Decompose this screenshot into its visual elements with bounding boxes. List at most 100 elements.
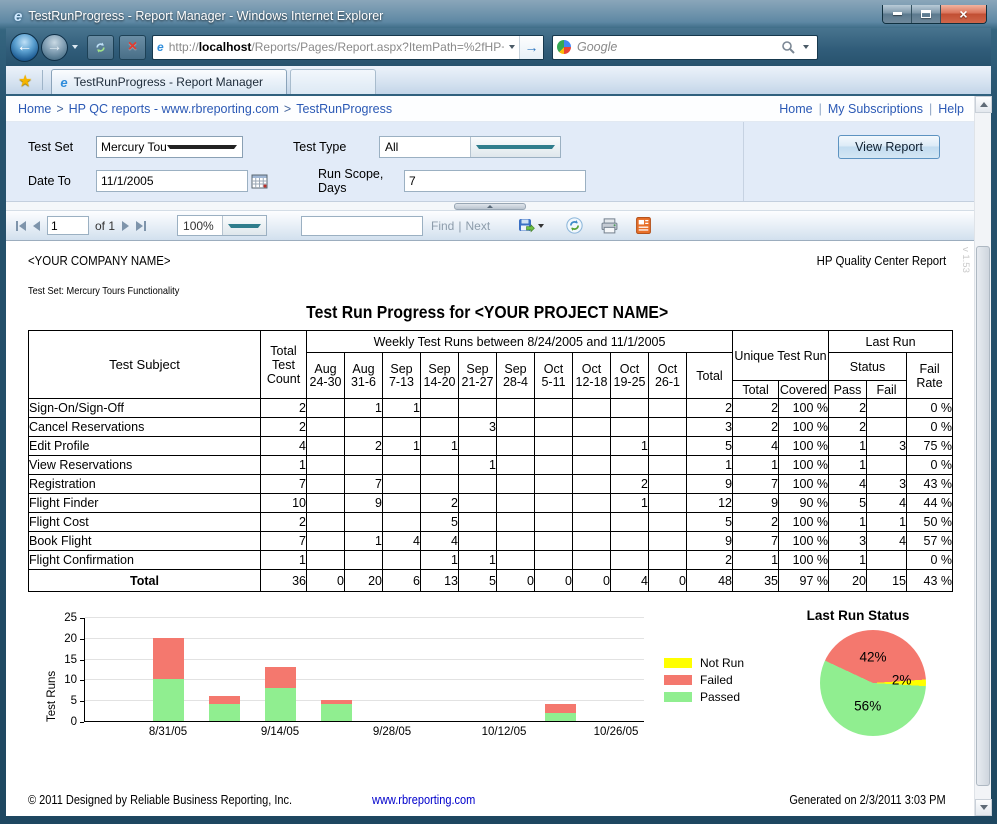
url-dropdown-button[interactable] <box>504 36 519 59</box>
cell-week-value: 3 <box>459 418 497 437</box>
col-fail: Fail <box>867 381 907 399</box>
cell-week-total: 1 <box>687 456 733 475</box>
back-button[interactable]: ← <box>10 33 39 62</box>
scroll-up-button[interactable] <box>975 96 992 113</box>
first-page-button[interactable] <box>16 221 26 231</box>
search-box[interactable]: Google <box>552 35 818 60</box>
search-icon[interactable] <box>781 40 795 54</box>
history-dropdown-icon[interactable] <box>72 45 78 49</box>
stop-button[interactable]: × <box>119 35 146 60</box>
select-dropdown-button[interactable] <box>470 137 561 157</box>
bar-stack <box>321 700 352 721</box>
cell-week-value <box>611 513 649 532</box>
view-report-button[interactable]: View Report <box>838 135 940 159</box>
parameters-splitter[interactable] <box>6 202 974 211</box>
refresh-icon <box>566 217 583 234</box>
vertical-scrollbar[interactable] <box>974 96 991 816</box>
find-link[interactable]: Find <box>431 219 454 233</box>
zoom-select[interactable]: 100% <box>177 215 267 236</box>
find-input[interactable] <box>301 216 423 236</box>
col-week: Sep28-4 <box>497 353 535 399</box>
go-button[interactable]: → <box>519 36 543 59</box>
next-link[interactable]: Next <box>465 219 490 233</box>
export-button[interactable] <box>518 218 548 234</box>
refresh-report-button[interactable] <box>566 217 583 234</box>
cell-week-value <box>383 418 421 437</box>
cell-week-value <box>421 418 459 437</box>
cell-pass: 5 <box>829 494 867 513</box>
export-data-feed-button[interactable] <box>636 217 651 234</box>
col-week: Oct26-1 <box>649 353 687 399</box>
address-bar[interactable]: e http://localhost/Reports/Pages/Report.… <box>152 35 544 60</box>
next-page-button[interactable] <box>122 221 129 231</box>
test-set-dropdown[interactable]: Mercury Tours Functionality <box>96 136 243 158</box>
run-scope-input[interactable] <box>404 170 586 192</box>
footer-link[interactable]: www.rbreporting.com <box>372 793 489 807</box>
search-dropdown-icon[interactable] <box>803 45 809 49</box>
test-set-value: Mercury Tours Functionality <box>101 140 166 154</box>
forward-button[interactable]: → <box>41 34 68 61</box>
cell-week-value <box>307 494 345 513</box>
url-text[interactable]: http://localhost/Reports/Pages/Report.as… <box>169 40 504 54</box>
bar-failed-segment <box>209 696 240 704</box>
pie-chart: Last Run Status Not RunFailedPassed 42%2… <box>664 608 940 758</box>
close-button[interactable]: × <box>941 5 986 23</box>
cell-week-value <box>535 456 573 475</box>
xtick-label <box>532 726 588 738</box>
chevron-down-icon <box>167 145 238 149</box>
scroll-down-button[interactable] <box>975 799 992 816</box>
date-to-input[interactable] <box>96 170 248 192</box>
top-link[interactable]: My Subscriptions <box>828 102 923 116</box>
cell-week-value <box>611 532 649 551</box>
calendar-button[interactable] <box>251 173 268 189</box>
breadcrumb-link[interactable]: TestRunProgress <box>296 102 392 116</box>
scrollbar-thumb[interactable] <box>976 246 990 786</box>
stop-icon: × <box>128 39 137 55</box>
divider <box>743 122 744 201</box>
cell-week-value <box>383 513 421 532</box>
top-link[interactable]: Help <box>938 102 964 116</box>
maximize-icon <box>921 10 931 18</box>
page-number-input[interactable] <box>47 216 89 235</box>
breadcrumb-link[interactable]: HP QC reports - www.rbreporting.com <box>69 102 279 116</box>
minimize-button[interactable] <box>883 5 912 23</box>
cell-week-value <box>573 494 611 513</box>
bar-slot <box>420 618 476 721</box>
cell-pass: 1 <box>829 551 867 570</box>
cell-week-total: 2 <box>687 399 733 418</box>
cell-total-test-count: 2 <box>261 418 307 437</box>
print-button[interactable] <box>601 218 618 234</box>
chevron-down-icon <box>509 45 515 49</box>
maximize-button[interactable] <box>912 5 941 23</box>
export-dropdown-icon[interactable] <box>538 224 544 228</box>
breadcrumb-link[interactable]: Home <box>18 102 51 116</box>
cell-week-value <box>649 513 687 532</box>
refresh-button[interactable] <box>87 35 114 60</box>
forward-arrow-icon: → <box>47 38 63 56</box>
tab-bar: ★ e TestRunProgress - Report Manager <box>6 66 991 96</box>
tab-active[interactable]: e TestRunProgress - Report Manager <box>51 69 287 94</box>
cell-fail-rate: 50 % <box>907 513 953 532</box>
table-row: View Reservations1111100 %10 % <box>29 456 953 475</box>
search-placeholder[interactable]: Google <box>577 40 781 54</box>
cell-week-value <box>307 399 345 418</box>
divider <box>42 70 43 90</box>
new-tab-button[interactable] <box>290 69 376 94</box>
test-type-select[interactable]: All <box>379 136 561 158</box>
chevron-down-icon <box>228 224 262 228</box>
splitter-grip[interactable] <box>454 203 526 210</box>
table-total-row: Total36020613500040483597 %201543 % <box>29 570 953 592</box>
cell-week-value <box>611 418 649 437</box>
favorites-star-icon[interactable]: ★ <box>18 71 32 91</box>
zoom-dropdown-button[interactable] <box>222 216 267 235</box>
cell-week-value <box>497 418 535 437</box>
top-link[interactable]: Home <box>779 102 812 116</box>
cell-fail-rate: 0 % <box>907 399 953 418</box>
table-row: Flight Cost2552100 %1150 % <box>29 513 953 532</box>
cell-fail <box>867 456 907 475</box>
bar-slot <box>476 618 532 721</box>
last-page-button[interactable] <box>136 221 146 231</box>
tab-title: TestRunProgress - Report Manager <box>74 75 263 89</box>
cell-week-value: 1 <box>345 532 383 551</box>
previous-page-button[interactable] <box>33 221 40 231</box>
